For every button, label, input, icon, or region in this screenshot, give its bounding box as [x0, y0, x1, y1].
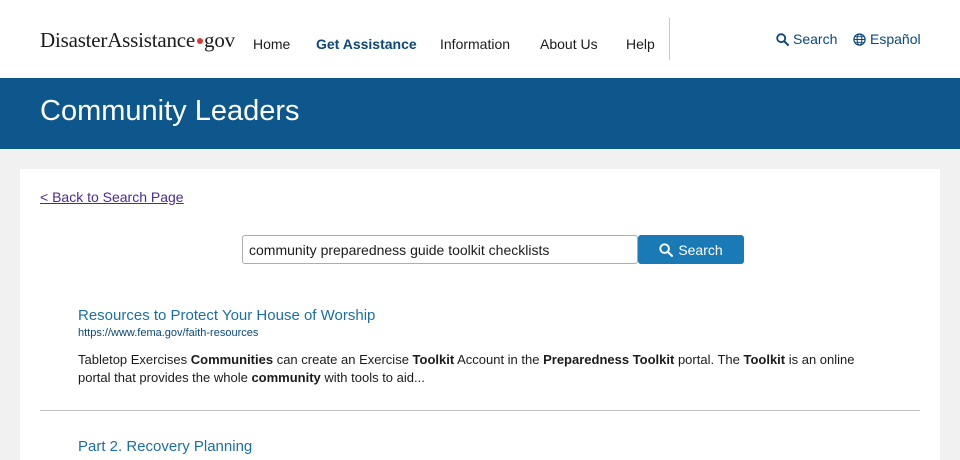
- snippet-text: portal. The: [674, 352, 744, 367]
- snippet-highlight: Toolkit: [743, 352, 786, 367]
- logo-dot-icon: [197, 38, 204, 45]
- snippet-text: with tools to aid...: [320, 370, 425, 385]
- result-url: https://www.fema.gov/faith-resources: [78, 327, 259, 339]
- logo-text-disaster: Disaster: [40, 28, 108, 52]
- search-input[interactable]: [242, 235, 638, 264]
- header-search-link[interactable]: Search: [776, 31, 837, 47]
- snippet-text: can create an Exercise: [273, 352, 413, 367]
- result-divider: [40, 410, 920, 411]
- search-icon: [776, 32, 789, 46]
- page-title: Community Leaders: [40, 95, 300, 127]
- nav-home[interactable]: Home: [253, 36, 290, 52]
- search-result: Resources to Protect Your House of Worsh…: [78, 307, 878, 387]
- header-search-label: Search: [793, 31, 838, 47]
- nav-get-assistance[interactable]: Get Assistance: [316, 36, 417, 52]
- nav-divider: [669, 18, 670, 60]
- nav-information[interactable]: Information: [440, 36, 510, 52]
- search-icon: [659, 242, 674, 257]
- search-results-card: < Back to Search Page Search Resources t…: [20, 169, 940, 460]
- logo-text-assistance: Assistance: [107, 28, 196, 52]
- snippet-highlight: Communities: [190, 352, 274, 367]
- search-button[interactable]: Search: [638, 235, 744, 264]
- snippet-highlight: community: [251, 370, 321, 385]
- snippet-highlight: Toolkit: [412, 352, 455, 367]
- result-title-link[interactable]: Resources to Protect Your House of Worsh…: [78, 307, 878, 324]
- result-snippet: Tabletop Exercises Communities can creat…: [78, 351, 878, 387]
- snippet-text: Tabletop Exercises: [78, 352, 191, 367]
- language-label: Español: [870, 31, 921, 47]
- result-title-link[interactable]: Part 2. Recovery Planning: [78, 438, 878, 455]
- search-button-label: Search: [678, 241, 723, 258]
- back-to-search-link[interactable]: < Back to Search Page: [40, 189, 184, 205]
- snippet-highlight: Preparedness Toolkit: [543, 352, 675, 367]
- snippet-text: Account in the: [454, 352, 544, 367]
- page-banner: Community Leaders: [0, 78, 960, 149]
- site-logo[interactable]: DisasterAssistance gov: [40, 28, 235, 53]
- site-header: DisasterAssistance gov Home Get Assistanc…: [0, 0, 960, 78]
- globe-icon: [853, 32, 866, 46]
- language-link[interactable]: Español: [853, 31, 921, 47]
- nav-about-us[interactable]: About Us: [540, 36, 598, 52]
- search-result: Part 2. Recovery Planning: [78, 438, 878, 455]
- logo-text-gov: gov: [204, 28, 235, 52]
- nav-help[interactable]: Help: [626, 36, 655, 52]
